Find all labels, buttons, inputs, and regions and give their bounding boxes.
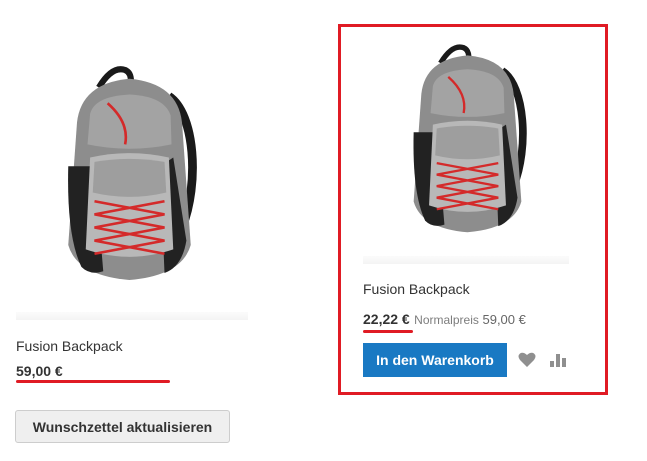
heart-icon (518, 352, 536, 367)
product-name[interactable]: Fusion Backpack (16, 338, 123, 354)
regular-price: Normalpreis 59,00 € (414, 312, 526, 327)
image-divider (363, 256, 569, 264)
product-price: 59,00 € (16, 363, 63, 379)
product-name[interactable]: Fusion Backpack (363, 281, 470, 297)
update-wishlist-button[interactable]: Wunschzettel aktualisieren (15, 410, 230, 443)
price-underline (16, 380, 170, 383)
product-image[interactable] (390, 40, 545, 240)
add-to-cart-button[interactable]: In den Warenkorb (363, 343, 507, 377)
bar-chart-icon (550, 354, 566, 367)
special-price: 22,22 € (363, 311, 410, 327)
price-box: 22,22 € Normalpreis 59,00 € (363, 311, 526, 329)
product-image[interactable] (42, 60, 217, 290)
regular-price-label: Normalpreis (414, 313, 479, 327)
compare-button[interactable] (549, 352, 567, 368)
image-divider (16, 312, 248, 320)
wishlist-button[interactable] (518, 352, 536, 368)
price-underline (363, 330, 413, 333)
regular-price-value: 59,00 € (482, 312, 526, 327)
